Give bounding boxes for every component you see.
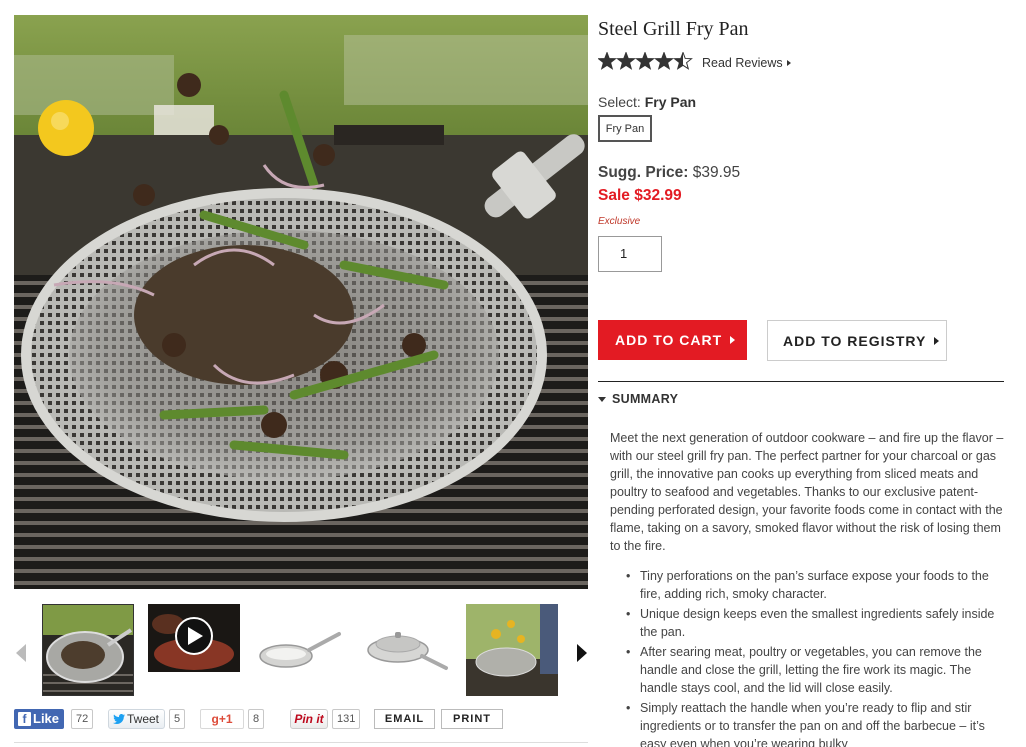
add-to-cart-button[interactable]: ADD TO CART — [598, 320, 747, 360]
feature-list: Tiny perforations on the pan’s surface e… — [610, 567, 1004, 747]
section-divider — [598, 381, 1004, 382]
product-description: Meet the next generation of outdoor cook… — [610, 431, 1004, 553]
summary-toggle[interactable]: SUMMARY — [598, 392, 678, 406]
star-icon — [635, 51, 655, 70]
chevron-down-icon — [598, 397, 606, 402]
thumbnail-prev-arrow-icon[interactable] — [14, 642, 28, 664]
thumbnail-2-video[interactable] — [148, 604, 240, 696]
twitter-count: 5 — [169, 709, 186, 729]
read-reviews-link[interactable]: Read Reviews — [702, 56, 791, 70]
chevron-right-icon — [786, 60, 791, 66]
exclusive-badge: Exclusive — [598, 216, 641, 227]
thumbnail-1[interactable] — [42, 604, 134, 696]
product-title: Steel Grill Fry Pan — [598, 18, 749, 40]
list-item: After searing meat, poultry or vegetable… — [610, 643, 1004, 697]
chevron-right-icon — [730, 336, 736, 344]
google-plus-count: 8 — [248, 709, 265, 729]
list-item: Simply reattach the handle when you’re r… — [610, 699, 1004, 747]
thumbnail-4[interactable] — [360, 604, 452, 696]
rating-stars[interactable] — [597, 51, 694, 70]
quantity-input[interactable]: 1 — [598, 236, 662, 272]
option-fry-pan[interactable]: Fry Pan — [598, 115, 652, 142]
star-icon — [673, 51, 693, 70]
pinterest-pin-button[interactable]: Pin it — [290, 709, 328, 729]
email-button[interactable]: EMAIL — [374, 709, 435, 729]
print-button[interactable]: PRINT — [441, 709, 503, 729]
google-plus-button[interactable]: g+1 — [200, 709, 244, 729]
sale-price: Sale $32.99 — [598, 187, 682, 204]
list-item: Unique design keeps even the smallest in… — [610, 605, 1004, 641]
list-item: Tiny perforations on the pan’s surface e… — [610, 567, 1004, 603]
facebook-like-button[interactable]: f Like — [14, 709, 64, 729]
thumbnail-5[interactable] — [466, 604, 558, 696]
facebook-like-count: 72 — [71, 709, 94, 729]
grill-pan-photo — [14, 15, 588, 589]
suggested-price: Sugg. Price: $39.95 — [598, 164, 741, 181]
facebook-icon: f — [18, 712, 31, 726]
add-to-registry-button[interactable]: ADD TO REGISTRY — [767, 320, 947, 361]
pinterest-count: 131 — [332, 709, 361, 729]
chevron-right-icon — [934, 337, 940, 345]
product-hero-image[interactable] — [14, 15, 588, 589]
star-icon — [597, 51, 617, 70]
twitter-tweet-button[interactable]: Tweet — [108, 709, 165, 729]
divider — [14, 742, 588, 743]
social-share-bar: f Like 72 Tweet 5 g+1 8 Pin it 131 EMAIL… — [14, 709, 594, 729]
star-icon — [616, 51, 636, 70]
twitter-bird-icon — [113, 714, 125, 724]
thumbnail-next-arrow-icon[interactable] — [575, 642, 589, 664]
star-icon — [654, 51, 674, 70]
select-label: Select: Fry Pan — [598, 94, 697, 110]
thumbnail-3[interactable] — [254, 604, 346, 696]
